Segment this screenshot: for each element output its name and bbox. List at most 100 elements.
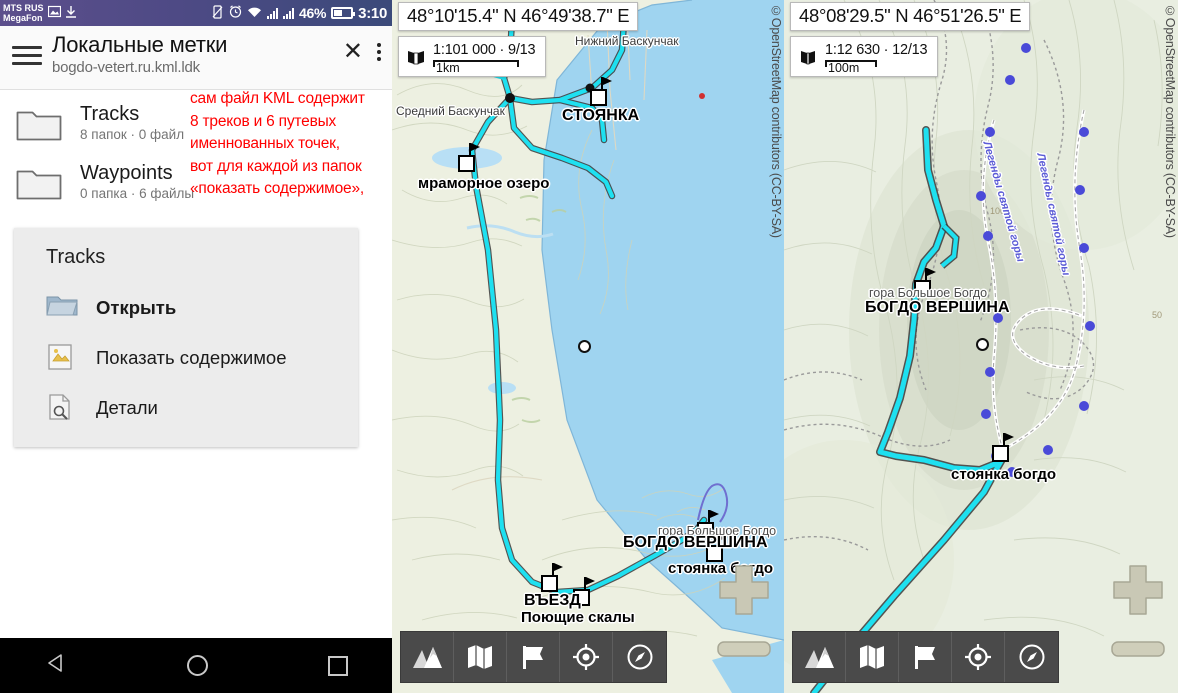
zoom-out-button-overview[interactable] [716,640,772,658]
scale-ruler-overview: 1km [433,60,519,75]
carrier-label: MTS RUS MegaFon [0,3,44,23]
zoom-in-button-detail[interactable] [1110,562,1166,618]
annotation-text: сам файл KML содержит 8 треков и 6 путев… [190,88,390,201]
compass-button[interactable] [1005,632,1058,682]
open-folder-icon [46,293,78,323]
scale-box-detail[interactable]: 1:12 630 · 12/13 100m [790,36,939,77]
svg-text:50: 50 [1152,310,1162,320]
waypoint-label-bogdo-summit-detail: БОГДО ВЕРШИНА [865,299,1010,316]
details-magnifier-icon [46,393,78,423]
waypoint-marker-stoyanka[interactable] [590,77,612,106]
waypoint-label-stoyanka: СТОЯНКА [562,107,640,124]
status-right-icons: 46% 3:10 [211,5,392,22]
show-content-icon [46,343,78,373]
osm-credit-detail: ©OpenStreetMap contributors (CC-BY-SA) [1163,4,1177,238]
map-book-icon [407,49,425,65]
map-toolbar-overview [400,631,667,683]
annotation-line: именнованных точек, [190,135,340,152]
zoom-out-button-detail[interactable] [1110,640,1166,658]
map-layer-button[interactable] [454,632,507,682]
waypoint-label-marble-lake: мраморное озеро [418,175,550,192]
battery-icon [331,7,356,19]
context-menu-item-label: Показать содержимое [96,347,287,368]
scale-text-group: 1:101 000 · 9/13 1km [433,41,536,75]
waypoint-marker-marble-lake[interactable] [458,143,480,172]
scale-distance-overview: 1km [436,61,460,75]
page-subtitle: bogdo-vetert.ru.kml.ldk [52,59,200,76]
relief-layer-button[interactable] [401,632,454,682]
waypoint-label-bogdo-summit: БОГДО ВЕРШИНА [623,534,768,551]
context-menu-item-open[interactable]: Открыть [14,283,358,333]
waypoint-marker-vyezd[interactable] [541,563,563,592]
scale-box-overview[interactable]: 1:101 000 · 9/13 1km [398,36,547,77]
map-book-icon [799,49,817,65]
app-bar-actions: ✕ [343,40,382,64]
signal-icon-1 [267,7,279,19]
android-app-panel: MTS RUS MegaFon 46% 3:10 Локальные метки… [0,0,392,693]
scale-text-group: 1:12 630 · 12/13 100m [825,41,928,75]
context-menu-item-label: Открыть [96,297,177,318]
wifi-icon [247,6,262,21]
hamburger-icon[interactable] [10,41,44,70]
close-icon[interactable]: ✕ [343,40,363,64]
waypoints-button[interactable] [899,632,952,682]
compass-button[interactable] [613,632,666,682]
waypoint-label-vyezd: ВЪЕЗД [524,592,581,609]
waypoint-label-poyushchie-skaly: Поющие скалы [521,609,635,626]
list-item-text: Tracks 8 папок · 0 файл [80,103,184,144]
annotation-line: «показать содержимое», [190,180,365,197]
list-item-meta: 0 папка · 6 файлы [80,186,195,201]
annotation-line: 8 треков и 6 путевых [190,112,337,130]
vibrate-icon [211,4,224,22]
list-item-meta: 8 папок · 0 файл [80,127,185,142]
map-center-marker-overview [578,340,591,353]
signal-icon-2 [283,7,295,19]
page-title: Локальные метки [52,32,228,57]
app-titles: Локальные метки bogdo-vetert.ru.kml.ldk [52,30,343,78]
map-panel-detail[interactable]: 100 50 ©OpenStreetMap contributors (CC-B… [784,0,1178,693]
folder-icon [16,107,62,141]
waypoint-marker-stoyanka-bogdo-detail[interactable] [992,433,1014,462]
list-item-text: Waypoints 0 папка · 6 файлы [80,162,194,203]
home-circle-icon[interactable] [186,655,208,676]
screenshot-root: MTS RUS MegaFon 46% 3:10 Локальные метки… [0,0,1178,693]
back-triangle-icon[interactable] [45,652,67,679]
app-bar: Локальные метки bogdo-vetert.ru.kml.ldk … [0,26,392,90]
context-menu-title: Tracks [46,246,106,268]
status-left-icons [47,5,77,22]
context-menu-item-details[interactable]: Детали [14,383,358,433]
list-item-title: Waypoints [80,162,173,184]
context-menu: Tracks Открыть Показать содержимое Детал… [14,228,358,447]
overflow-menu-icon[interactable] [377,40,382,64]
scale-distance-detail: 100m [828,61,860,75]
android-nav-bar [0,638,392,693]
scale-ratio-overview: 1:101 000 · 9/13 [433,42,536,58]
alarm-icon [229,5,242,21]
waypoints-button[interactable] [507,632,560,682]
place-label-gora-bolshoe-bogdo-detail: гора Большое Богдо [869,286,988,300]
zoom-in-button-overview[interactable] [716,562,772,618]
locate-me-button[interactable] [560,632,613,682]
scale-ruler-detail: 100m [825,60,877,75]
scale-ratio-detail: 1:12 630 · 12/13 [825,42,928,58]
locate-me-button[interactable] [952,632,1005,682]
folder-icon [16,166,62,200]
carrier-line-2: MegaFon [3,13,43,23]
osm-credit-overview: ©OpenStreetMap contributors (CC-BY-SA) [769,4,783,238]
download-icon [65,5,77,22]
map-panel-overview[interactable]: ©OpenStreetMap contributors (CC-BY-SA) Н… [392,0,784,693]
list-item-title: Tracks [80,103,140,125]
context-menu-item-show-content[interactable]: Показать содержимое [14,333,358,383]
relief-layer-button[interactable] [793,632,846,682]
battery-percent: 46% [299,5,327,21]
coordinates-box-detail[interactable]: 48°08'29.5" N 46°51'26.5" E [790,2,1031,31]
recents-square-icon[interactable] [327,655,348,676]
waypoint-label-stoyanka-bogdo-detail: стоянка богдо [951,466,1057,483]
annotation-line: сам файл KML содержит [190,90,365,107]
place-label-sredny-baskunchak: Средний Баскунчак [396,104,505,118]
coordinates-box-overview[interactable]: 48°10'15.4" N 46°49'38.7" E [398,2,639,31]
map-toolbar-detail [792,631,1059,683]
clock-label: 3:10 [358,4,387,22]
screenshot-icon [47,5,61,21]
map-layer-button[interactable] [846,632,899,682]
